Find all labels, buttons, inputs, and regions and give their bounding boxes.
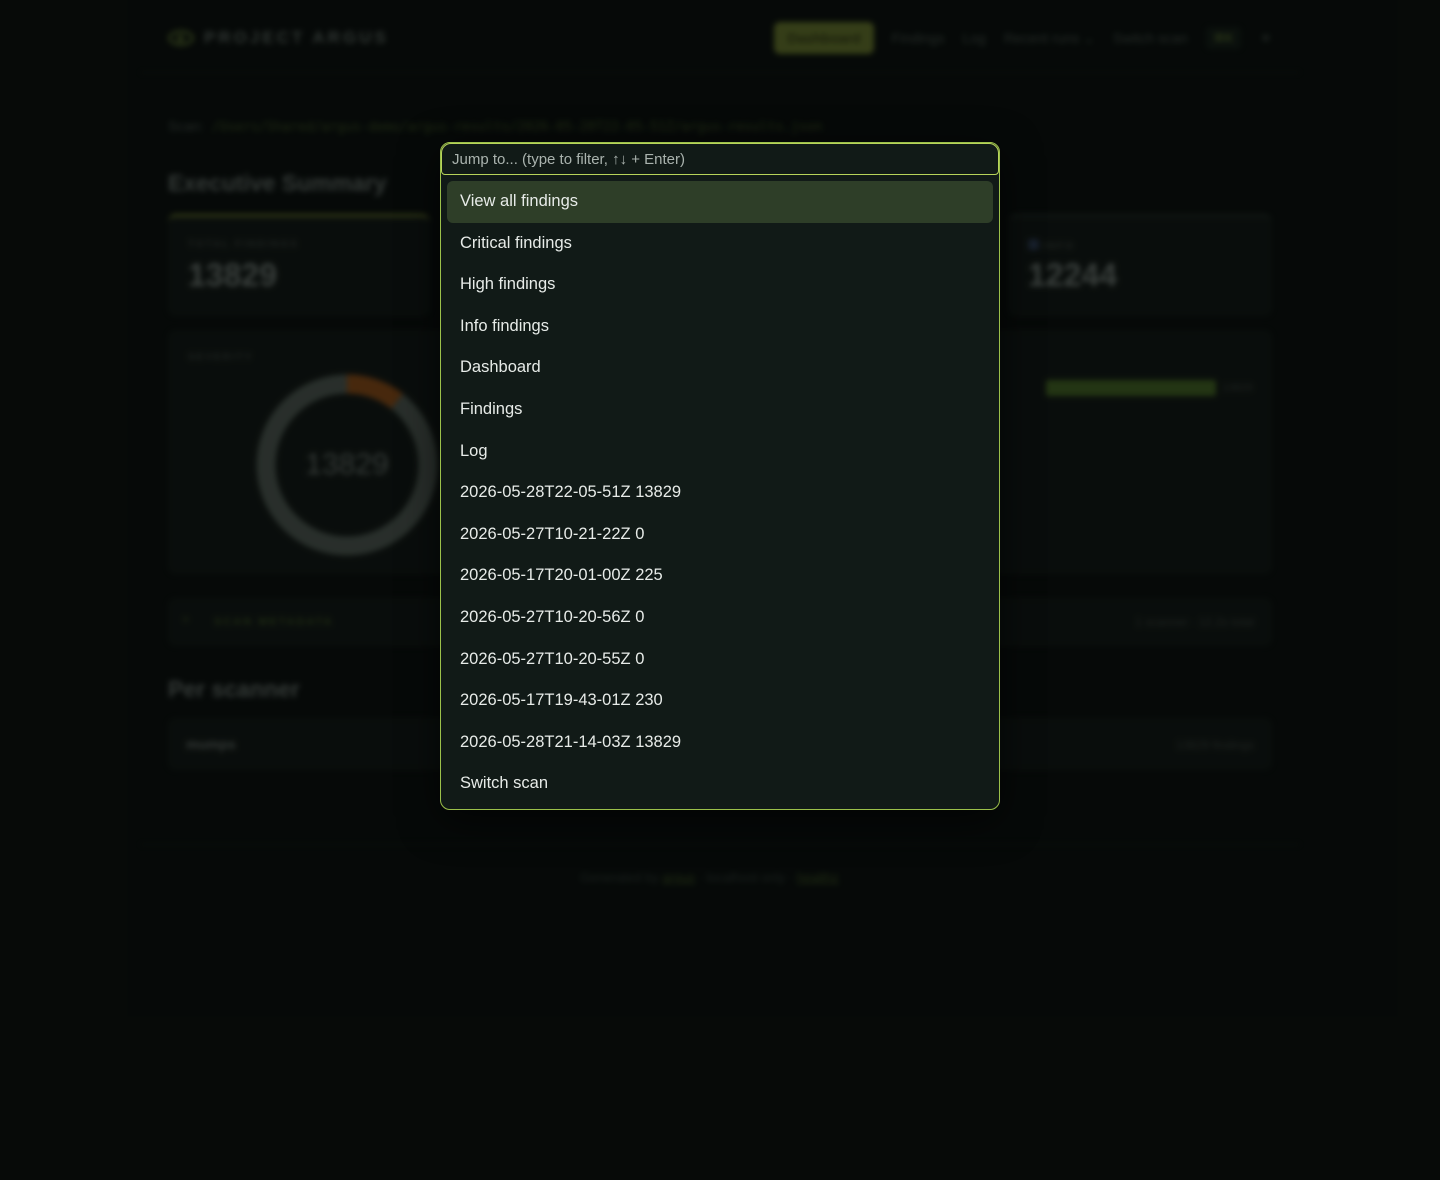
palette-list: View all findings Critical findings High f… xyxy=(447,181,993,805)
palette-item[interactable]: 2026-05-28T22-05-51Z 13829 xyxy=(447,472,993,514)
palette-item[interactable]: 2026-05-27T10-21-22Z 0 xyxy=(447,514,993,556)
palette-item[interactable]: Info findings xyxy=(447,306,993,348)
palette-item[interactable]: High findings xyxy=(447,264,993,306)
palette-item[interactable]: View all findings xyxy=(447,181,993,223)
palette-item[interactable]: 2026-05-27T10-20-56Z 0 xyxy=(447,597,993,639)
palette-item[interactable]: Critical findings xyxy=(447,223,993,265)
palette-item[interactable]: Log xyxy=(447,431,993,473)
palette-item[interactable]: Dashboard xyxy=(447,347,993,389)
command-palette: View all findingsCritical findingsHigh f… xyxy=(440,142,1000,810)
palette-item[interactable]: 2026-05-17T19-43-01Z 230 xyxy=(447,680,993,722)
palette-search-input[interactable] xyxy=(441,143,999,175)
palette-item[interactable]: 2026-05-17T20-01-00Z 225 xyxy=(447,555,993,597)
palette-item[interactable]: 2026-05-27T10-20-55Z 0 xyxy=(447,639,993,681)
palette-item[interactable]: Findings xyxy=(447,389,993,431)
palette-item[interactable]: 2026-05-28T21-14-03Z 13829 xyxy=(447,722,993,764)
palette-item[interactable]: Switch scan xyxy=(447,763,993,805)
